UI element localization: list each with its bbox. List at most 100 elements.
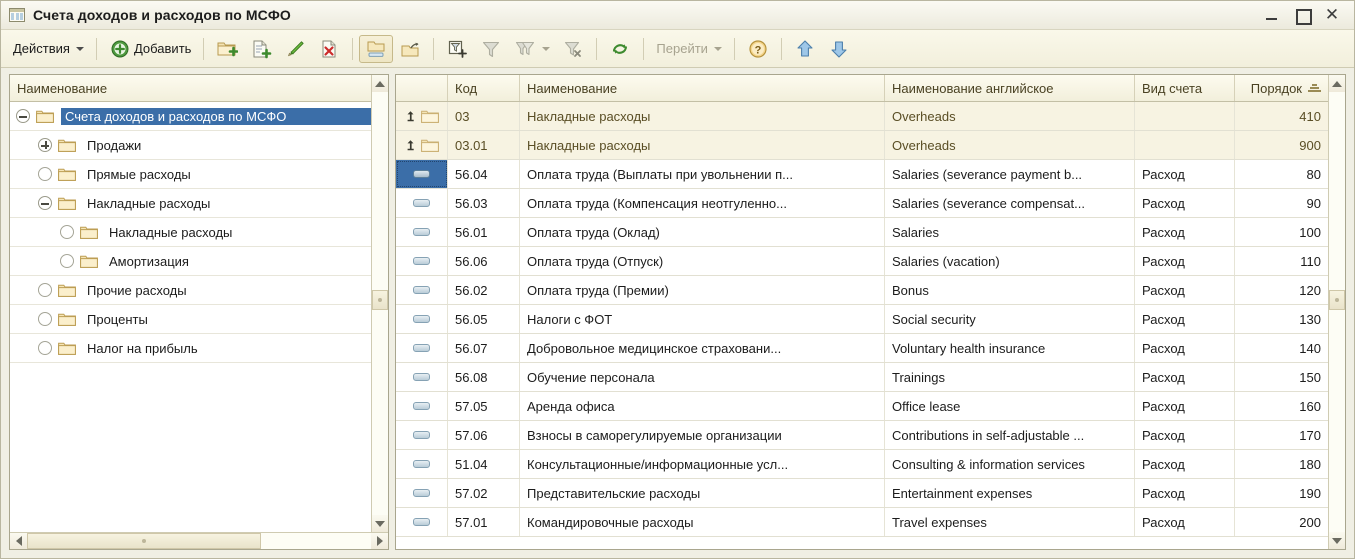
table-vertical-scrollbar[interactable]	[1328, 75, 1345, 549]
tree-item-5[interactable]: Амортизация	[10, 247, 371, 276]
tree-item-1[interactable]: Продажи	[10, 131, 371, 160]
add-folder-button[interactable]	[210, 35, 244, 63]
cell-name_en: Salaries (vacation)	[885, 247, 1135, 275]
cell-order: 150	[1299, 369, 1321, 385]
table-row[interactable]: 56.04 Оплата труда (Выплаты при увольнени…	[396, 160, 1328, 189]
row-icon-cell	[396, 305, 448, 333]
cell-kind: Расход	[1135, 421, 1235, 449]
scroll-left-button[interactable]	[10, 533, 27, 549]
edit-icon	[284, 38, 306, 60]
add-button[interactable]: Добавить	[103, 35, 197, 63]
cell-order: 160	[1299, 398, 1321, 414]
table-row[interactable]: 57.02 Представительские расходы Entertainm…	[396, 479, 1328, 508]
table-row[interactable]: 56.06 Оплата труда (Отпуск) Salaries (vaca…	[396, 247, 1328, 276]
add-copy-button[interactable]	[244, 35, 278, 63]
tree-item-label: Накладные расходы	[87, 195, 211, 211]
scroll-down-button[interactable]	[372, 515, 388, 532]
hierarchy-icon	[365, 38, 387, 60]
folder-icon	[420, 109, 439, 123]
cell-name_en: Social security	[885, 305, 1135, 333]
minimize-icon[interactable]	[1264, 7, 1280, 23]
account-item-icon	[413, 257, 430, 265]
scroll-thumb[interactable]	[372, 290, 388, 310]
table-column-header-order[interactable]: Порядок	[1235, 75, 1328, 101]
scroll-right-button[interactable]	[371, 533, 388, 549]
cell-order: 170	[1299, 427, 1321, 443]
scroll-track[interactable]	[1329, 92, 1345, 532]
table-column-header-kind[interactable]: Вид счета	[1135, 75, 1235, 101]
leaf-toggle-icon	[38, 167, 52, 181]
close-icon[interactable]: ✕	[1324, 6, 1340, 23]
folder-icon	[58, 196, 76, 210]
table-row[interactable]: 56.08 Обучение персонала Trainings Расход 15…	[396, 363, 1328, 392]
tree-item-6[interactable]: Прочие расходы	[10, 276, 371, 305]
table-column-header-name[interactable]: Наименование	[520, 75, 885, 101]
table-row[interactable]: 51.04 Консультационные/информационные усл…	[396, 450, 1328, 479]
clear-filter-button[interactable]	[556, 35, 590, 63]
filter-button[interactable]	[474, 35, 508, 63]
hscroll-thumb[interactable]	[27, 533, 261, 549]
table-row[interactable]: 56.03 Оплата труда (Компенсация неотгулен…	[396, 189, 1328, 218]
up-arrow-icon	[794, 38, 816, 60]
move-to-group-button[interactable]	[393, 35, 427, 63]
actions-menu-button[interactable]: Действия	[7, 35, 90, 63]
move-up-button[interactable]	[788, 35, 822, 63]
filter-list-icon	[514, 38, 536, 60]
grip-icon	[1335, 298, 1339, 302]
cell-code: 03.01	[448, 131, 520, 159]
table-row[interactable]: 56.02 Оплата труда (Премии) Bonus Расход 120	[396, 276, 1328, 305]
scroll-up-button[interactable]	[372, 75, 388, 92]
tree-item-3[interactable]: Накладные расходы	[10, 189, 371, 218]
scroll-thumb[interactable]	[1329, 290, 1345, 310]
table-row[interactable]: 56.07 Добровольное медицинское страховани…	[396, 334, 1328, 363]
toolbar-separator	[643, 37, 645, 60]
collapse-icon[interactable]	[16, 109, 30, 123]
set-filter-button[interactable]	[440, 35, 474, 63]
folder-icon	[80, 225, 98, 239]
cell-name: Накладные расходы	[520, 131, 885, 159]
table-row[interactable]: 57.06 Взносы в саморегулируемые организац…	[396, 421, 1328, 450]
hscroll-track[interactable]	[27, 533, 371, 549]
tree-item-2[interactable]: Прямые расходы	[10, 160, 371, 189]
move-down-button[interactable]	[822, 35, 856, 63]
tree-item-label: Прямые расходы	[87, 166, 191, 182]
account-item-icon	[413, 286, 430, 294]
expand-icon[interactable]	[38, 138, 52, 152]
tree-vertical-scrollbar[interactable]	[371, 75, 388, 532]
table-row[interactable]: 03.01 Накладные расходы Overheads 900	[396, 131, 1328, 160]
cell-kind: Расход	[1135, 160, 1235, 188]
scroll-up-button[interactable]	[1329, 75, 1345, 92]
table-row[interactable]: 57.05 Аренда офиса Office lease Расход 160	[396, 392, 1328, 421]
collapse-icon[interactable]	[38, 196, 52, 210]
maximize-icon[interactable]	[1294, 7, 1312, 25]
edit-button[interactable]	[278, 35, 312, 63]
cell-kind: Расход	[1135, 334, 1235, 362]
tree-item-label: Накладные расходы	[109, 224, 233, 240]
cell-name_en: Voluntary health insurance	[885, 334, 1135, 362]
table-column-header-name_en[interactable]: Наименование английское	[885, 75, 1135, 101]
refresh-button[interactable]	[603, 35, 637, 63]
table-row[interactable]: 56.01 Оплата труда (Оклад) Salaries Расход 1…	[396, 218, 1328, 247]
scroll-down-button[interactable]	[1329, 532, 1345, 549]
tree-horizontal-scrollbar[interactable]	[10, 532, 388, 549]
table-row[interactable]: 56.05 Налоги с ФОТ Social security Расход 13…	[396, 305, 1328, 334]
account-item-icon	[413, 431, 430, 439]
tree-item-8[interactable]: Налог на прибыль	[10, 334, 371, 363]
cell-name_en: Overheads	[885, 102, 1135, 130]
tree-item-4[interactable]: Накладные расходы	[10, 218, 371, 247]
toolbar-separator	[95, 37, 97, 60]
delete-button[interactable]	[312, 35, 346, 63]
table-column-header-code[interactable]: Код	[448, 75, 520, 101]
tree-column-header-name[interactable]: Наименование	[10, 75, 371, 101]
cell-name_en: Contributions in self-adjustable ...	[885, 421, 1135, 449]
table-row[interactable]: 03 Накладные расходы Overheads 410	[396, 102, 1328, 131]
scroll-track[interactable]	[372, 92, 388, 515]
row-icon-cell	[396, 421, 448, 449]
filter-list-button[interactable]	[508, 35, 556, 63]
table-row[interactable]: 57.01 Командировочные расходы Travel expen…	[396, 508, 1328, 537]
hierarchy-button[interactable]	[359, 34, 394, 63]
tree-item-0[interactable]: Счета доходов и расходов по МСФО	[10, 102, 371, 131]
goto-menu-button[interactable]: Перейти	[650, 35, 728, 63]
tree-item-7[interactable]: Проценты	[10, 305, 371, 334]
help-button[interactable]: ?	[741, 35, 775, 63]
